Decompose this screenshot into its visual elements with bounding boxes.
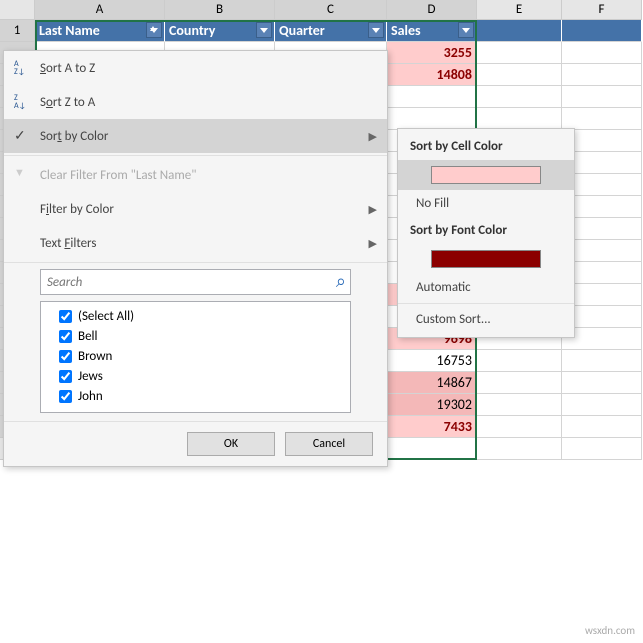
filter-checkbox[interactable] — [59, 370, 72, 383]
autofilter-menu: SSort A to Zort A to Z Sort Z to A Sort … — [3, 50, 388, 467]
cell-color-no-fill[interactable]: No Fill — [398, 190, 574, 217]
sales-cell[interactable]: 14808 — [387, 64, 477, 86]
filter-by-color[interactable]: Filter by Color▶ — [4, 192, 387, 226]
cancel-button[interactable]: Cancel — [285, 432, 373, 456]
text-filters[interactable]: Text Filters▶ — [4, 226, 387, 260]
watermark: wsxdn.com — [585, 624, 635, 637]
filter-checkbox[interactable] — [59, 310, 72, 323]
submenu-arrow-icon: ▶ — [369, 130, 377, 143]
search-input[interactable] — [47, 275, 344, 290]
filter-checkbox[interactable] — [59, 390, 72, 403]
select-all-corner[interactable] — [0, 0, 35, 20]
sort-by-color[interactable]: Sort by Color▶ — [4, 119, 387, 153]
color-swatch-darkred — [431, 250, 541, 268]
col-header-c[interactable]: C — [275, 0, 387, 20]
submenu-arrow-icon: ▶ — [369, 237, 377, 250]
sales-cell[interactable]: 3255 — [387, 42, 477, 64]
filter-checkbox[interactable] — [59, 350, 72, 363]
sort-by-font-color-heading: Sort by Font Color — [398, 217, 574, 244]
custom-sort[interactable]: Custom Sort... — [398, 306, 574, 333]
filter-button-country[interactable] — [256, 22, 272, 38]
col-header-a[interactable]: A — [35, 0, 165, 20]
cell-sales[interactable]: 7433 — [387, 416, 477, 438]
sort-descending-icon — [12, 93, 30, 111]
clear-filter-icon — [12, 166, 30, 184]
color-swatch-pink — [431, 166, 541, 184]
col-header-f[interactable]: F — [562, 0, 642, 20]
sort-z-to-a[interactable]: Sort Z to A — [4, 85, 387, 119]
filter-value-label: Jews — [78, 369, 103, 384]
filter-value-label: Brown — [78, 349, 112, 364]
filter-checkbox[interactable] — [59, 330, 72, 343]
header-last-name-label: Last Name — [39, 22, 100, 39]
clear-filter-label: Clear Filter From "Last Name" — [40, 168, 196, 183]
filter-button-quarter[interactable] — [368, 22, 384, 38]
filter-values-list[interactable]: (Select All) Bell Brown Jews John — [40, 301, 351, 413]
cell-e1[interactable] — [477, 20, 562, 42]
filter-value-label: Bell — [78, 329, 98, 344]
filter-value-item[interactable]: Brown — [45, 346, 346, 366]
filter-search-box[interactable] — [40, 269, 351, 295]
filter-value-item[interactable]: (Select All) — [45, 306, 346, 326]
font-color-automatic[interactable]: Automatic — [398, 274, 574, 301]
row-number-1[interactable]: 1 — [0, 20, 35, 42]
filter-value-item[interactable]: Bell — [45, 326, 346, 346]
cell-sales[interactable]: 19302 — [387, 394, 477, 416]
separator — [4, 262, 387, 263]
cell-f1[interactable] — [562, 20, 642, 42]
check-icon — [12, 127, 30, 145]
header-country: Country — [165, 20, 275, 42]
header-sales: Sales — [387, 20, 477, 42]
col-header-b[interactable]: B — [165, 0, 275, 20]
filter-button-sales[interactable] — [458, 22, 474, 38]
sort-by-color-submenu: Sort by Cell Color No Fill Sort by Font … — [397, 128, 575, 338]
cell-color-pink[interactable] — [398, 160, 574, 190]
sort-a-to-z[interactable]: SSort A to Zort A to Z — [4, 51, 387, 85]
header-country-label: Country — [169, 22, 215, 39]
filter-value-item[interactable]: John — [45, 386, 346, 406]
separator — [398, 303, 574, 304]
col-header-e[interactable]: E — [477, 0, 562, 20]
header-quarter-label: Quarter — [279, 22, 325, 39]
sort-ascending-icon — [12, 59, 30, 77]
font-color-darkred[interactable] — [398, 244, 574, 274]
header-sales-label: Sales — [391, 22, 421, 39]
separator — [4, 155, 387, 156]
filter-value-label: John — [78, 389, 103, 404]
sales-cell[interactable]: 16753 — [387, 350, 477, 372]
header-quarter: Quarter — [275, 20, 387, 42]
submenu-arrow-icon: ▶ — [369, 203, 377, 216]
header-last-name: Last Name — [35, 20, 165, 42]
filter-value-item[interactable]: Jews — [45, 366, 346, 386]
cell-sales[interactable]: 14867 — [387, 372, 477, 394]
filter-value-label: (Select All) — [78, 309, 134, 324]
ok-button[interactable]: OK — [187, 432, 275, 456]
sort-by-cell-color-heading: Sort by Cell Color — [398, 133, 574, 160]
col-header-d[interactable]: D — [387, 0, 477, 20]
filter-button-last-name[interactable] — [146, 22, 162, 38]
clear-filter: Clear Filter From "Last Name" — [4, 158, 387, 192]
